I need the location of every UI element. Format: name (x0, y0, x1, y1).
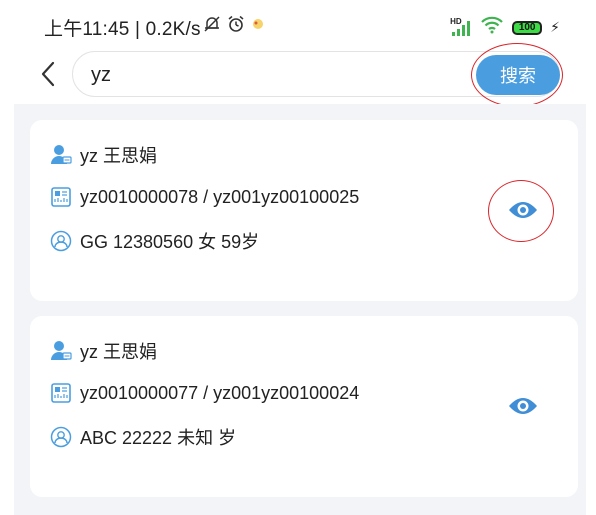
record-card-icon (50, 186, 72, 208)
patient-name-row: yz 王思娟 (50, 338, 157, 364)
patient-ids: yz0010000077 / yz001yz00100024 (80, 382, 360, 403)
patient-name: yz 王思娟 (80, 342, 158, 362)
patient-name: yz 王思娟 (80, 146, 158, 166)
status-notification-icons (203, 15, 265, 38)
wifi-icon (480, 16, 504, 39)
result-card[interactable]: yz 王思娟 yz0010000078 / yz001yz00100025 GG… (30, 120, 578, 301)
search-input[interactable] (89, 60, 473, 90)
eye-icon[interactable] (508, 200, 538, 220)
results-list: yz 王思娟 yz0010000078 / yz001yz00100025 GG… (14, 104, 586, 515)
patient-details: ABC 22222 未知 岁 (80, 428, 237, 448)
eye-icon[interactable] (508, 396, 538, 416)
mute-bell-icon (203, 15, 221, 38)
user-badge-icon (50, 340, 72, 362)
app-notification-icon (251, 17, 265, 36)
charging-icon: ⚡ (550, 19, 560, 35)
patient-details: GG 12380560 女 59岁 (80, 232, 260, 252)
status-time-speed: 上午11:45 | 0.2K/s (44, 19, 201, 40)
hd-signal-icon: HD (450, 17, 472, 37)
search-button[interactable]: 搜索 (476, 55, 560, 95)
patient-detail-row: GG 12380560 女 59岁 (50, 228, 259, 254)
person-circle-icon (50, 230, 72, 252)
patient-name-row: yz 王思娟 (50, 142, 157, 168)
record-card-icon (50, 382, 72, 404)
status-bar: 上午11:45 | 0.2K/s HD 100 ⚡ (0, 0, 596, 46)
patient-id-row: yz0010000077 / yz001yz00100024 (50, 382, 359, 404)
user-badge-icon (50, 144, 72, 166)
status-system-icons: HD 100 ⚡ (450, 16, 560, 39)
back-arrow-icon[interactable] (38, 60, 60, 88)
person-circle-icon (50, 426, 72, 448)
result-card[interactable]: yz 王思娟 yz0010000077 / yz001yz00100024 AB… (30, 316, 578, 497)
patient-id-row: yz0010000078 / yz001yz00100025 (50, 186, 359, 208)
alarm-icon (227, 15, 245, 38)
patient-ids: yz0010000078 / yz001yz00100025 (80, 186, 360, 207)
search-header: 搜索 (0, 43, 596, 107)
battery-icon: 100 (512, 20, 543, 35)
patient-detail-row: ABC 22222 未知 岁 (50, 424, 236, 450)
